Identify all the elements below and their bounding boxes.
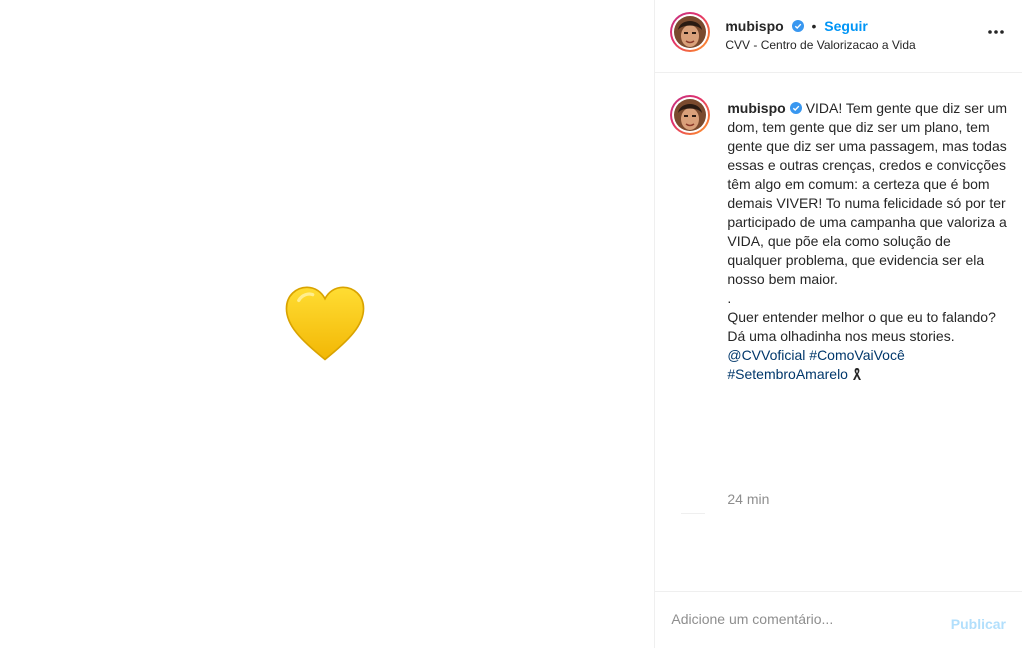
caption-text: mubispo VIDA! Tem gente que diz ser um do… <box>727 99 1007 384</box>
follow-button[interactable]: Seguir <box>824 18 868 34</box>
comment-bar: Publicar <box>655 592 1022 648</box>
post-media[interactable] <box>0 0 655 648</box>
more-options-icon[interactable] <box>986 22 1006 42</box>
avatar[interactable] <box>670 12 711 52</box>
hashtag-link[interactable]: #SetembroAmarelo <box>727 366 848 382</box>
verified-badge-icon <box>789 102 802 114</box>
post-timestamp[interactable]: 24 min <box>727 491 769 507</box>
caption-body: VIDA! Tem gente que diz ser um dom, tem … <box>727 100 1007 344</box>
awareness-ribbon-icon <box>852 368 861 380</box>
post-dialog: mubispo • Seguir CVV - Centro de Valoriz… <box>0 0 1022 648</box>
caption-username-link[interactable]: mubispo <box>727 100 785 116</box>
post-sidebar: mubispo • Seguir CVV - Centro de Valoriz… <box>654 0 1022 648</box>
location-link[interactable]: CVV - Centro de Valorizacao a Vida <box>725 38 915 52</box>
separator-dot: • <box>811 18 817 34</box>
profile-photo-icon <box>674 16 707 48</box>
hashtag-link[interactable]: #ComoVaiVocê <box>809 347 904 363</box>
caption-avatar[interactable] <box>670 95 711 135</box>
post-header: mubispo • Seguir CVV - Centro de Valoriz… <box>655 0 1022 73</box>
comment-input[interactable] <box>671 608 942 630</box>
verified-badge-icon <box>791 20 804 32</box>
yellow-heart-icon <box>285 286 365 361</box>
divider <box>681 513 706 514</box>
caption-area: mubispo VIDA! Tem gente que diz ser um do… <box>655 73 1022 593</box>
profile-photo-icon <box>674 99 707 131</box>
publish-button[interactable]: Publicar <box>951 616 1006 632</box>
username-link[interactable]: mubispo <box>725 18 783 34</box>
mention-link[interactable]: @CVVoficial <box>727 347 805 363</box>
